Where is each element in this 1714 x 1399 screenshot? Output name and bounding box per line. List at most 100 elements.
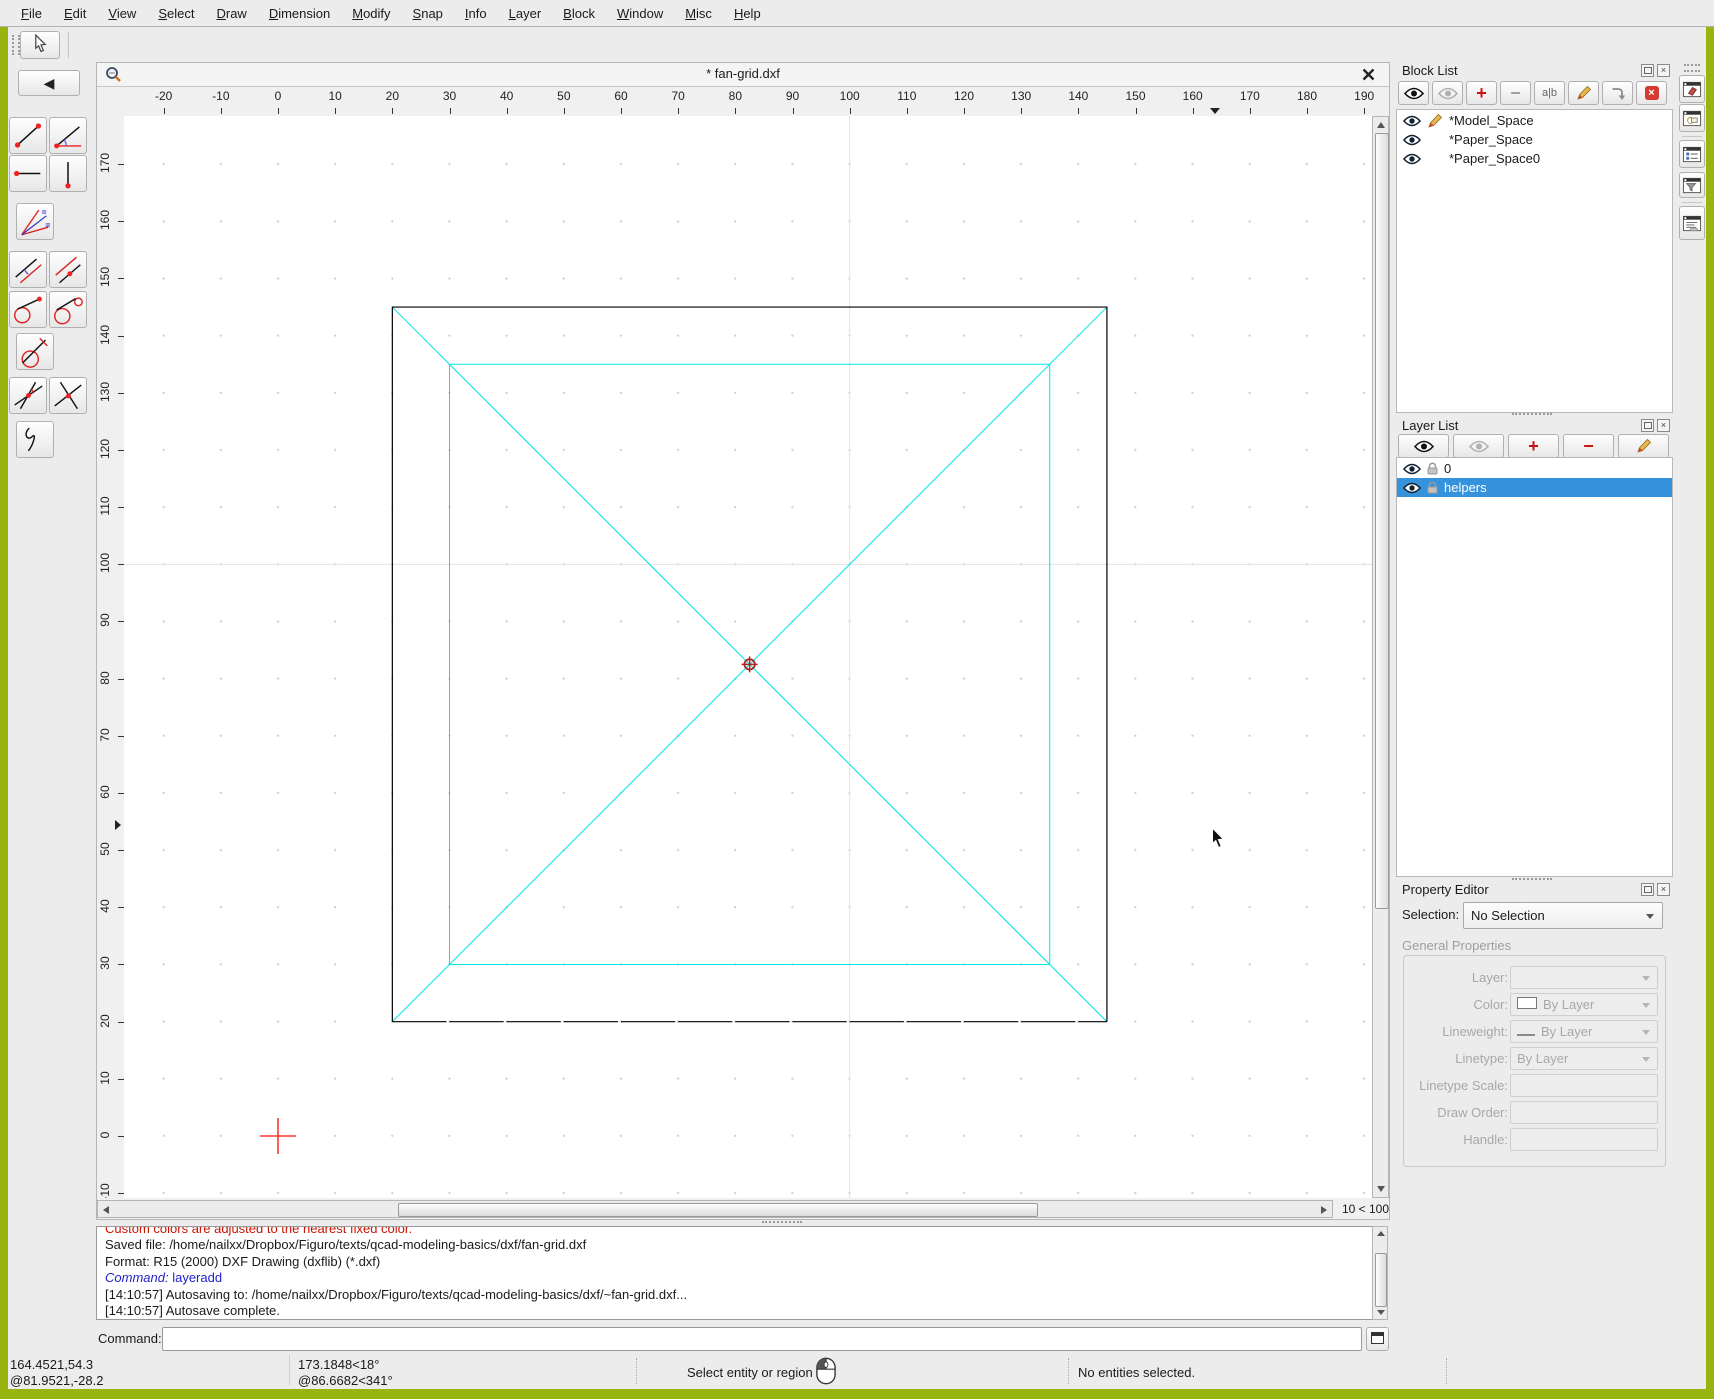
log-scroll-up-icon[interactable]	[1377, 1231, 1385, 1236]
layer-row[interactable]: helpers	[1397, 478, 1672, 497]
tool-parallel-line-through-point[interactable]	[49, 251, 87, 288]
block-row[interactable]: *Paper_Space0	[1397, 149, 1672, 168]
insert-block-arrow[interactable]	[1602, 81, 1633, 105]
menu-layer[interactable]: Layer	[498, 0, 553, 27]
select-tool-button[interactable]	[20, 31, 60, 59]
tool-freehand-line[interactable]	[16, 421, 54, 458]
close-panel-button[interactable]: ×	[1657, 64, 1670, 77]
tool-line-from-angle[interactable]	[49, 117, 87, 154]
toggle-library-browser-panel[interactable]	[1679, 104, 1705, 132]
remove-layer-minus[interactable]: −	[1563, 434, 1614, 458]
menu-snap[interactable]: Snap	[402, 0, 454, 27]
log-scroll-thumb[interactable]	[1375, 1253, 1387, 1307]
lock-icon[interactable]	[1427, 462, 1438, 475]
command-history[interactable]: Custom colors are adjusted to the neares…	[96, 1226, 1388, 1320]
menu-info[interactable]: Info	[454, 0, 498, 27]
property-combobox[interactable]	[1510, 966, 1658, 989]
canvas-vertical-scrollbar[interactable]	[1372, 116, 1389, 1198]
property-combobox[interactable]: By Layer	[1510, 993, 1658, 1016]
edit-layer-pencil[interactable]	[1618, 434, 1669, 458]
tool-vertical-line[interactable]	[49, 155, 87, 192]
block-list[interactable]: *Model_Space *Paper_Space *Paper_Space0	[1396, 109, 1673, 413]
scroll-right-icon[interactable]	[1321, 1206, 1327, 1214]
hide-all-layers-eye[interactable]	[1453, 434, 1504, 458]
canvas-horizontal-scrollbar[interactable]	[97, 1200, 1333, 1218]
menu-edit[interactable]: Edit	[53, 0, 97, 27]
toggle-block-list-panel[interactable]	[1679, 75, 1705, 103]
vruler-label: 120	[98, 438, 112, 459]
rename-block-ab[interactable]: a|b	[1534, 81, 1565, 105]
back-button[interactable]: ◀	[18, 70, 80, 96]
property-input[interactable]	[1510, 1074, 1658, 1097]
toggle-layer-list-panel[interactable]	[1679, 140, 1705, 168]
menu-draw[interactable]: Draw	[205, 0, 257, 27]
menu-select[interactable]: Select	[147, 0, 205, 27]
visibility-eye-icon[interactable]	[1403, 134, 1421, 146]
toggle-selection-filter-panel[interactable]	[1679, 172, 1705, 198]
selection-combobox[interactable]: No Selection	[1463, 902, 1663, 929]
visibility-eye-icon[interactable]	[1403, 463, 1421, 475]
toolbar-grip[interactable]	[12, 35, 20, 55]
menu-misc[interactable]: Misc	[674, 0, 723, 27]
menu-window[interactable]: Window	[606, 0, 674, 27]
vruler-label: 130	[98, 381, 112, 402]
scroll-up-icon[interactable]	[1377, 122, 1385, 128]
tool-line-at-relative-angle[interactable]	[9, 377, 47, 414]
property-combobox[interactable]: By Layer	[1510, 1047, 1658, 1070]
edit-block-pencil[interactable]	[1568, 81, 1599, 105]
block-row[interactable]: *Model_Space	[1397, 111, 1672, 130]
log-vertical-scrollbar[interactable]	[1372, 1226, 1388, 1320]
tool-tangent-from-point-to-circle[interactable]	[9, 291, 47, 328]
visibility-eye-icon[interactable]	[1403, 153, 1421, 165]
close-panel-button[interactable]: ×	[1657, 419, 1670, 432]
scroll-down-icon[interactable]	[1377, 1186, 1385, 1192]
remove-block-minus[interactable]: −	[1500, 81, 1531, 105]
menu-help[interactable]: Help	[723, 0, 772, 27]
toggle-command-line-panel[interactable]	[1679, 206, 1705, 240]
command-history-toggle-button[interactable]	[1366, 1327, 1389, 1351]
property-input[interactable]	[1510, 1128, 1658, 1151]
drawing-canvas[interactable]	[124, 116, 1372, 1198]
visibility-eye-icon[interactable]	[1403, 115, 1421, 127]
add-block-plus[interactable]: +	[1466, 81, 1497, 105]
log-line: [14:10:57] Autosaving to: /home/nailxx/D…	[105, 1286, 688, 1302]
show-all-blocks-eye[interactable]	[1398, 81, 1429, 105]
vertical-scroll-thumb[interactable]	[1375, 133, 1389, 909]
tool-line-from-two-points[interactable]	[9, 117, 47, 154]
hruler-label: 160	[1182, 89, 1203, 103]
show-all-layers-eye[interactable]	[1398, 434, 1449, 458]
tool-parallel-line-with-distance[interactable]	[9, 251, 47, 288]
scroll-left-icon[interactable]	[103, 1206, 109, 1214]
float-panel-button[interactable]	[1641, 883, 1654, 896]
float-panel-button[interactable]	[1641, 64, 1654, 77]
layer-list[interactable]: 0 helpers	[1396, 457, 1673, 877]
horizontal-scroll-thumb[interactable]	[398, 1203, 1038, 1217]
tool-tangent-between-two-circles[interactable]	[49, 291, 87, 328]
close-panel-button[interactable]: ×	[1657, 883, 1670, 896]
property-input[interactable]	[1510, 1101, 1658, 1124]
float-panel-button[interactable]	[1641, 419, 1654, 432]
menu-file[interactable]: File	[10, 0, 53, 27]
tool-angle-bisector[interactable]: = =	[16, 203, 54, 240]
right-strip-grip[interactable]	[1684, 64, 1700, 72]
log-line: Saved file: /home/nailxx/Dropbox/Figuro/…	[105, 1237, 587, 1253]
property-combobox[interactable]: By Layer	[1510, 1020, 1658, 1043]
hide-all-blocks-eye[interactable]	[1432, 81, 1463, 105]
tool-horizontal-line[interactable]	[9, 155, 47, 192]
menu-block[interactable]: Block	[552, 0, 606, 27]
tool-orthogonal-tangent[interactable]	[16, 333, 54, 370]
add-layer-plus[interactable]: +	[1508, 434, 1559, 458]
drawing-window-titlebar[interactable]: * fan-grid.dxf	[97, 63, 1389, 87]
menu-view[interactable]: View	[97, 0, 147, 27]
close-drawing-button[interactable]	[1362, 68, 1375, 84]
block-row[interactable]: *Paper_Space	[1397, 130, 1672, 149]
menu-dimension[interactable]: Dimension	[258, 0, 341, 27]
lock-icon[interactable]	[1427, 481, 1438, 494]
command-input[interactable]	[162, 1327, 1362, 1351]
menu-modify[interactable]: Modify	[341, 0, 401, 27]
purge-unused-blocks-x[interactable]: ×	[1636, 81, 1667, 105]
visibility-eye-icon[interactable]	[1403, 482, 1421, 494]
tool-orthogonal-line[interactable]	[49, 377, 87, 414]
log-scroll-down-icon[interactable]	[1377, 1310, 1385, 1315]
layer-row[interactable]: 0	[1397, 459, 1672, 478]
